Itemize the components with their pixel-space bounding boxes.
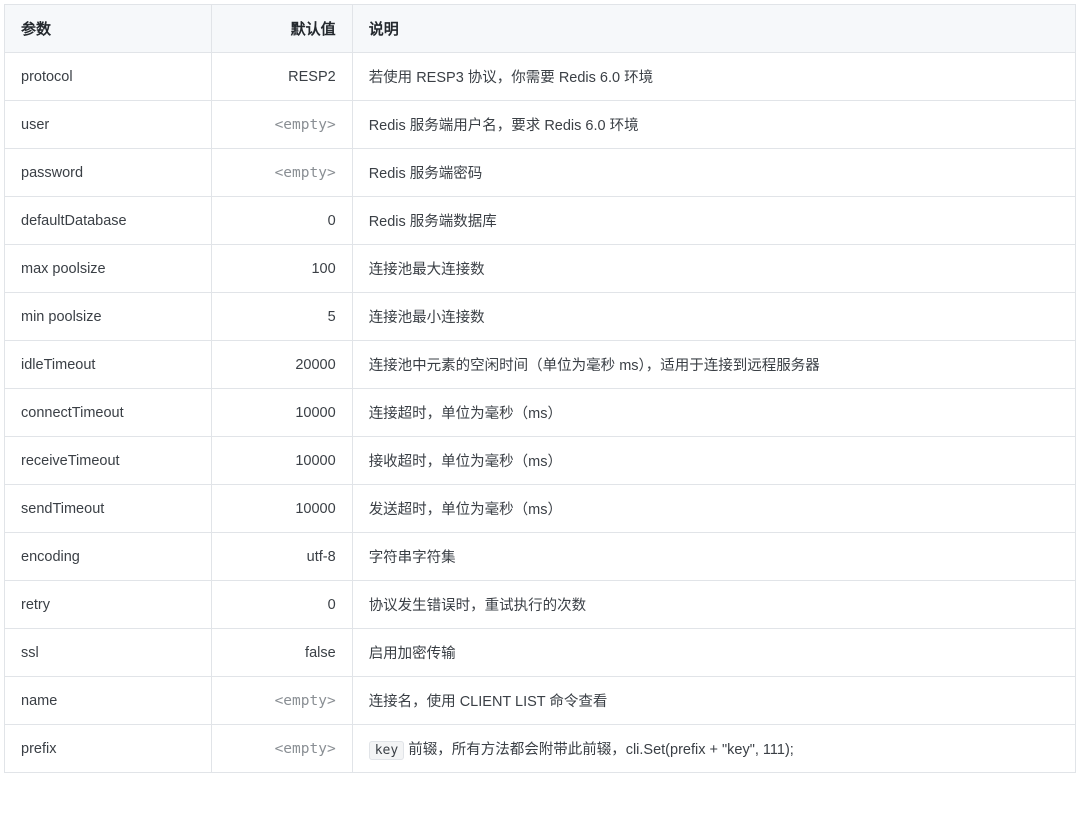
cell-param: encoding xyxy=(5,533,212,581)
cell-default: 5 xyxy=(212,293,353,341)
table-row: receiveTimeout10000接收超时，单位为毫秒（ms） xyxy=(5,437,1076,485)
cell-default: 10000 xyxy=(212,437,353,485)
table-row: password <empty> Redis 服务端密码 xyxy=(5,149,1076,197)
cell-param: min poolsize xyxy=(5,293,212,341)
cell-default: 100 xyxy=(212,245,353,293)
col-header-desc: 说明 xyxy=(352,5,1075,53)
cell-param: prefix xyxy=(5,725,212,773)
cell-param: protocol xyxy=(5,53,212,101)
cell-desc: 若使用 RESP3 协议，你需要 Redis 6.0 环境 xyxy=(352,53,1075,101)
table-row: encodingutf-8字符串字符集 xyxy=(5,533,1076,581)
cell-default: <empty> xyxy=(212,677,353,725)
cell-default: <empty> xyxy=(212,101,353,149)
col-header-param: 参数 xyxy=(5,5,212,53)
parameters-table: 参数 默认值 说明 protocolRESP2若使用 RESP3 协议，你需要 … xyxy=(4,4,1076,773)
cell-desc: 发送超时，单位为毫秒（ms） xyxy=(352,485,1075,533)
cell-param: retry xyxy=(5,581,212,629)
cell-desc: key 前辍，所有方法都会附带此前辍，cli.Set(prefix + "key… xyxy=(352,725,1075,773)
desc-text: 前辍，所有方法都会附带此前辍，cli.Set(prefix + "key", 1… xyxy=(404,742,794,758)
table-row: min poolsize5连接池最小连接数 xyxy=(5,293,1076,341)
cell-default: 0 xyxy=(212,197,353,245)
cell-param: sendTimeout xyxy=(5,485,212,533)
cell-param: user xyxy=(5,101,212,149)
table-row: prefix <empty> key 前辍，所有方法都会附带此前辍，cli.Set(… xyxy=(5,725,1076,773)
cell-default: 10000 xyxy=(212,389,353,437)
cell-default: <empty> xyxy=(212,725,353,773)
cell-desc: Redis 服务端密码 xyxy=(352,149,1075,197)
cell-param: ssl xyxy=(5,629,212,677)
empty-token: <empty> xyxy=(275,741,336,757)
cell-desc: 连接池中元素的空闲时间（单位为毫秒 ms），适用于连接到远程服务器 xyxy=(352,341,1075,389)
table-row: name <empty> 连接名，使用 CLIENT LIST 命令查看 xyxy=(5,677,1076,725)
cell-desc: 连接池最大连接数 xyxy=(352,245,1075,293)
cell-desc: 连接池最小连接数 xyxy=(352,293,1075,341)
cell-desc: 协议发生错误时，重试执行的次数 xyxy=(352,581,1075,629)
cell-default: 10000 xyxy=(212,485,353,533)
cell-default: 0 xyxy=(212,581,353,629)
inline-code: key xyxy=(369,741,404,760)
cell-desc: 启用加密传输 xyxy=(352,629,1075,677)
cell-param: max poolsize xyxy=(5,245,212,293)
cell-desc: Redis 服务端数据库 xyxy=(352,197,1075,245)
table-row: max poolsize100连接池最大连接数 xyxy=(5,245,1076,293)
cell-default: RESP2 xyxy=(212,53,353,101)
cell-desc: 连接超时，单位为毫秒（ms） xyxy=(352,389,1075,437)
cell-default: 20000 xyxy=(212,341,353,389)
cell-default: false xyxy=(212,629,353,677)
cell-param: connectTimeout xyxy=(5,389,212,437)
table-row: defaultDatabase0Redis 服务端数据库 xyxy=(5,197,1076,245)
col-header-default: 默认值 xyxy=(212,5,353,53)
table-row: idleTimeout20000连接池中元素的空闲时间（单位为毫秒 ms），适用… xyxy=(5,341,1076,389)
table-row: connectTimeout10000连接超时，单位为毫秒（ms） xyxy=(5,389,1076,437)
cell-param: defaultDatabase xyxy=(5,197,212,245)
cell-default: <empty> xyxy=(212,149,353,197)
table-row: sslfalse启用加密传输 xyxy=(5,629,1076,677)
table-row: protocolRESP2若使用 RESP3 协议，你需要 Redis 6.0 … xyxy=(5,53,1076,101)
cell-param: receiveTimeout xyxy=(5,437,212,485)
empty-token: <empty> xyxy=(275,693,336,709)
empty-token: <empty> xyxy=(275,165,336,181)
cell-desc: 字符串字符集 xyxy=(352,533,1075,581)
cell-param: name xyxy=(5,677,212,725)
cell-desc: 接收超时，单位为毫秒（ms） xyxy=(352,437,1075,485)
empty-token: <empty> xyxy=(275,117,336,133)
table-row: sendTimeout10000发送超时，单位为毫秒（ms） xyxy=(5,485,1076,533)
cell-param: idleTimeout xyxy=(5,341,212,389)
cell-default: utf-8 xyxy=(212,533,353,581)
table-row: retry0协议发生错误时，重试执行的次数 xyxy=(5,581,1076,629)
cell-param: password xyxy=(5,149,212,197)
table-row: user <empty> Redis 服务端用户名，要求 Redis 6.0 环境 xyxy=(5,101,1076,149)
cell-desc: Redis 服务端用户名，要求 Redis 6.0 环境 xyxy=(352,101,1075,149)
cell-desc: 连接名，使用 CLIENT LIST 命令查看 xyxy=(352,677,1075,725)
